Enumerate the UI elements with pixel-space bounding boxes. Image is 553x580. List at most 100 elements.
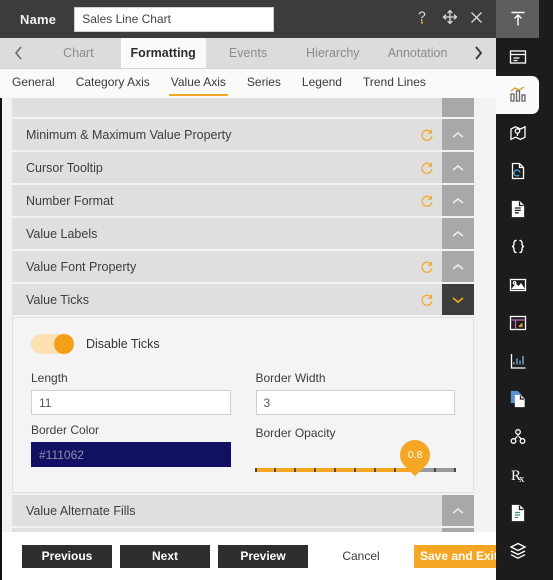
- rail-item-line-chart[interactable]: [496, 342, 539, 380]
- accordion-collapse-chevron-up-icon[interactable]: [442, 218, 474, 249]
- subtab-trend-lines[interactable]: Trend Lines: [361, 72, 428, 96]
- accordion-collapse-chevron-up-icon[interactable]: [442, 495, 474, 526]
- accordion-value-labels[interactable]: Value Labels: [12, 218, 474, 249]
- reset-refresh-icon[interactable]: [416, 293, 438, 307]
- border-width-label: Border Width: [255, 371, 326, 385]
- reset-refresh-icon[interactable]: [416, 128, 438, 142]
- svg-text:x: x: [519, 473, 525, 485]
- border-color-input[interactable]: [31, 442, 231, 467]
- accordion-collapse-chevron-up-icon[interactable]: [442, 119, 474, 150]
- arrow-up-bar-icon: [510, 11, 525, 26]
- value-axis-settings-panel: Minimum & Maximum Value Property Cursor …: [0, 98, 496, 532]
- accordion-list: Minimum & Maximum Value Property Cursor …: [12, 98, 474, 532]
- map-pin-icon: [509, 125, 526, 141]
- accordion-partial-top[interactable]: [12, 98, 474, 117]
- dialog-footer: Previous Next Preview Cancel Save and Ex…: [0, 532, 504, 580]
- formatting-subtab-bar: General Category Axis Value Axis Series …: [0, 69, 496, 98]
- rail-item-document-lines[interactable]: [496, 190, 539, 228]
- clipboard-report-icon: [511, 504, 524, 522]
- opacity-value-bubble: 0.8: [393, 433, 437, 477]
- accordion-value-ticks[interactable]: Value Ticks: [12, 284, 474, 315]
- save-and-exit-button[interactable]: Save and Exit: [414, 544, 504, 568]
- rail-item-prescription-rx[interactable]: R x: [496, 456, 539, 494]
- cancel-button[interactable]: Cancel: [316, 544, 406, 568]
- border-width-field-group: Border Width: [255, 371, 455, 415]
- accordion-collapse-chevron-up-icon[interactable]: [442, 152, 474, 183]
- border-opacity-slider[interactable]: 0.8: [254, 433, 456, 477]
- rail-item-grid-squares[interactable]: [496, 570, 539, 580]
- rail-item-map-pin[interactable]: [496, 114, 539, 152]
- window-panel-icon: [509, 50, 526, 64]
- accordion-collapse-chevron-up-icon[interactable]: [442, 251, 474, 282]
- border-opacity-field-group: Border Opacity 0.8: [254, 423, 456, 477]
- rail-item-window-panel[interactable]: [496, 38, 539, 76]
- border-opacity-handle[interactable]: 0.8: [393, 433, 437, 477]
- subtab-series[interactable]: Series: [245, 72, 283, 96]
- tabs-next-arrow-icon[interactable]: [460, 38, 496, 68]
- help-question-icon[interactable]: ?: [416, 8, 431, 29]
- accordion-title: Value Alternate Fills: [26, 503, 136, 518]
- border-width-input[interactable]: [255, 390, 455, 415]
- tabs-prev-arrow-icon[interactable]: [0, 38, 36, 68]
- window-controls: ?: [416, 8, 496, 29]
- accordion-cursor-tooltip[interactable]: Cursor Tooltip: [12, 152, 474, 183]
- table-grid-icon: [509, 315, 526, 331]
- accordion-number-format[interactable]: Number Format: [12, 185, 474, 216]
- border-color-field-group: Border Color: [31, 423, 231, 472]
- tab-annotation[interactable]: Annotation: [375, 38, 460, 68]
- rail-item-bar-chart[interactable]: [496, 76, 539, 114]
- line-chart-icon: [510, 354, 525, 369]
- layers-stack-icon: [509, 542, 526, 559]
- subtab-legend[interactable]: Legend: [300, 72, 344, 96]
- toggle-knob: [54, 334, 74, 354]
- rail-item-list: R x: [496, 38, 553, 580]
- rail-item-code-braces[interactable]: [496, 228, 539, 266]
- reset-refresh-icon[interactable]: [416, 260, 438, 274]
- accordion-min-max-value-property[interactable]: Minimum & Maximum Value Property: [12, 119, 474, 150]
- chart-properties-dialog: Name ? Chart Formatting Events Hierarchy: [0, 0, 553, 580]
- dialog-title-bar: Name ?: [0, 0, 496, 38]
- accordion-title: Value Ticks: [26, 292, 89, 307]
- chart-name-input[interactable]: [74, 6, 275, 32]
- accordion-value-font-property[interactable]: Value Font Property: [12, 251, 474, 282]
- subtab-general[interactable]: General: [10, 72, 57, 96]
- accordion-title: Number Format: [26, 193, 114, 208]
- border-color-label: Border Color: [31, 423, 100, 437]
- name-label: Name: [20, 11, 57, 27]
- rail-item-copy-pages[interactable]: [496, 380, 539, 418]
- preview-button[interactable]: Preview: [218, 544, 308, 568]
- document-lines-icon: [511, 200, 524, 218]
- rail-item-clipboard-report[interactable]: [496, 494, 539, 532]
- rail-item-hierarchy-nodes[interactable]: [496, 418, 539, 456]
- accordion-value-alternate-fills[interactable]: Value Alternate Fills: [12, 495, 474, 526]
- accordion-title: Minimum & Maximum Value Property: [26, 127, 232, 142]
- reset-refresh-icon[interactable]: [416, 194, 438, 208]
- length-field-group: Length: [31, 371, 231, 415]
- close-x-icon[interactable]: [469, 10, 484, 29]
- subtab-category-axis[interactable]: Category Axis: [74, 72, 152, 96]
- tab-hierarchy[interactable]: Hierarchy: [290, 38, 376, 68]
- tab-events[interactable]: Events: [205, 38, 291, 68]
- value-ticks-body: Disable Ticks Length Border Width Border…: [12, 317, 474, 493]
- length-input[interactable]: [31, 390, 231, 415]
- accordion-collapse-chevron-up-icon[interactable]: [442, 185, 474, 216]
- collapse-panel-button[interactable]: [496, 0, 539, 38]
- accordion-toggle-icon[interactable]: [442, 98, 474, 117]
- subtab-value-axis[interactable]: Value Axis: [168, 72, 228, 96]
- bar-chart-icon: [509, 86, 526, 102]
- accordion-expand-chevron-down-icon[interactable]: [442, 284, 474, 315]
- disable-ticks-toggle[interactable]: [31, 334, 74, 354]
- next-button[interactable]: Next: [120, 544, 210, 568]
- right-icon-rail: R x: [496, 0, 553, 580]
- rail-item-image-picture[interactable]: [496, 266, 539, 304]
- rail-item-document-refresh[interactable]: [496, 152, 539, 190]
- previous-button[interactable]: Previous: [22, 544, 112, 568]
- reset-refresh-icon[interactable]: [416, 161, 438, 175]
- tab-chart[interactable]: Chart: [36, 38, 121, 68]
- tabs-scroller: Chart Formatting Events Hierarchy Annota…: [36, 38, 460, 68]
- rail-item-table-grid[interactable]: [496, 304, 539, 342]
- move-arrows-icon[interactable]: [442, 9, 458, 29]
- hierarchy-nodes-icon: [510, 429, 525, 444]
- tab-formatting[interactable]: Formatting: [120, 38, 206, 68]
- rail-item-layers-stack[interactable]: [496, 532, 539, 570]
